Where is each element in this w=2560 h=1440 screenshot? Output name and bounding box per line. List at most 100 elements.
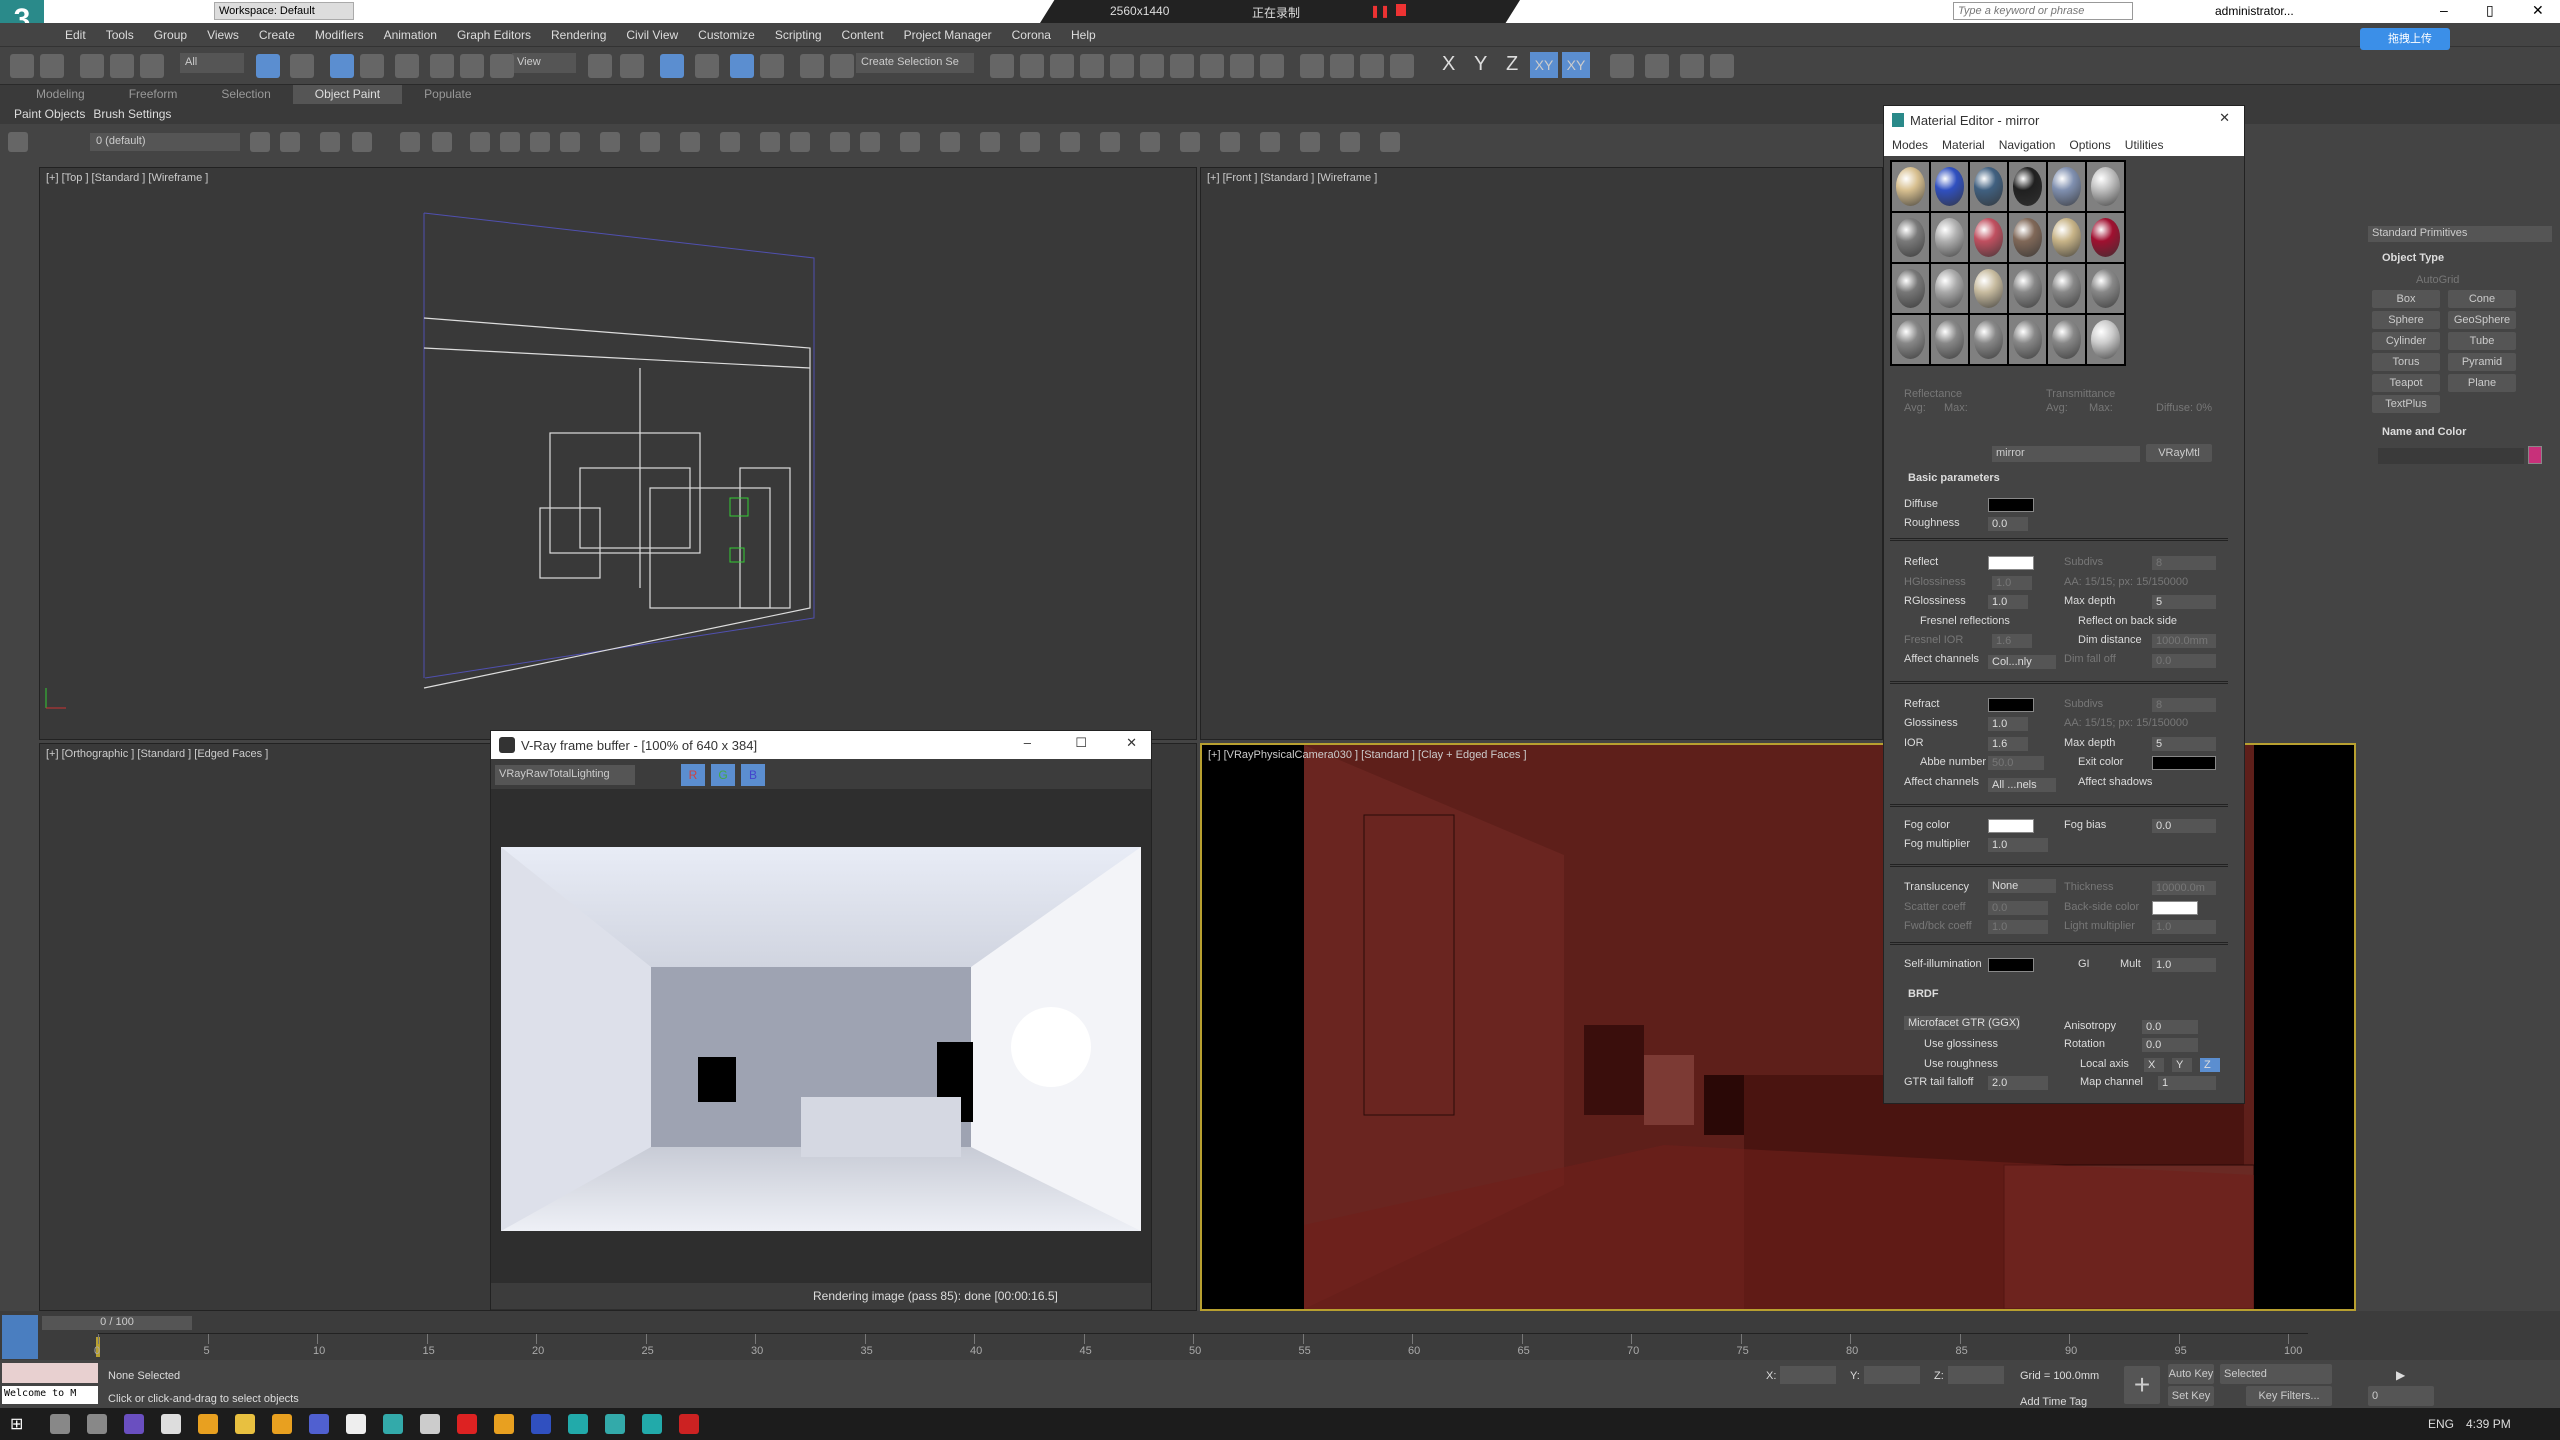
toolbar-tool-icon[interactable] — [1020, 132, 1040, 152]
z-coord-input[interactable] — [1948, 1366, 2004, 1384]
rgloss-spinner[interactable]: 1.0 — [1988, 595, 2028, 609]
viewport-label[interactable]: [+] [Front ] [Standard ] [Wireframe ] — [1207, 172, 1377, 184]
toolbar-tool-icon[interactable] — [1340, 132, 1360, 152]
exit-color-swatch[interactable] — [2152, 756, 2216, 770]
green-channel-toggle[interactable]: G — [711, 764, 735, 786]
fogm-spinner[interactable]: 1.0 — [1988, 838, 2048, 852]
material-slot[interactable] — [1970, 264, 2007, 313]
menu-corona[interactable]: Corona — [1002, 28, 1061, 42]
toolbar-tool-icon[interactable] — [588, 54, 612, 78]
viewport-top[interactable]: [+] [Top ] [Standard ] [Wireframe ] — [39, 167, 1197, 740]
brush-settings-panel[interactable]: Brush Settings — [93, 107, 171, 121]
material-name-dropdown[interactable]: mirror — [1992, 446, 2140, 462]
toolbar-tool-icon[interactable] — [500, 132, 520, 152]
create-tube-button[interactable]: Tube — [2448, 332, 2516, 350]
category-dropdown[interactable]: Standard Primitives — [2368, 226, 2552, 242]
toolbar-tool-icon[interactable] — [1390, 54, 1414, 78]
toolbar-tool-icon[interactable] — [1140, 132, 1160, 152]
material-slot[interactable] — [1931, 162, 1968, 211]
close-button[interactable]: ✕ — [2219, 110, 2230, 126]
toolbar-tool-icon[interactable] — [1100, 132, 1120, 152]
viewport-front[interactable]: [+] [Front ] [Standard ] [Wireframe ] — [1200, 167, 1883, 740]
axis-xy-cycle-button[interactable]: XY — [1562, 52, 1590, 78]
paint-objects-panel[interactable]: Paint Objects — [14, 107, 85, 121]
hgloss-spinner[interactable]: 1.0 — [1992, 576, 2032, 590]
tab-selection[interactable]: Selection — [199, 85, 292, 104]
material-slot[interactable] — [2087, 213, 2124, 262]
toolbar-tool-icon[interactable] — [1610, 54, 1634, 78]
subdivs-spinner[interactable]: 8 — [2152, 556, 2216, 570]
toolbar-tool-icon[interactable] — [560, 132, 580, 152]
blue-channel-toggle[interactable]: B — [741, 764, 765, 786]
material-menu-options[interactable]: Options — [2069, 138, 2110, 152]
language-indicator[interactable]: ENG — [2428, 1417, 2454, 1431]
mapch-spinner[interactable]: 1 — [2158, 1076, 2216, 1090]
toolbar-tool-icon[interactable] — [280, 132, 300, 152]
selection-set-dropdown[interactable]: Create Selection Se — [856, 53, 974, 73]
toolbar-tool-icon[interactable] — [1180, 132, 1200, 152]
create-plane-button[interactable]: Plane — [2448, 374, 2516, 392]
transl-spinner[interactable]: None — [1988, 879, 2056, 893]
material-slot[interactable] — [2087, 264, 2124, 313]
self-illumination-swatch[interactable] — [1988, 958, 2034, 972]
taskbar-app-icon[interactable] — [50, 1414, 70, 1434]
object-type-rollout[interactable]: Object Type — [2382, 252, 2444, 264]
gloss-spinner[interactable]: 1.0 — [1988, 717, 2028, 731]
toolbar-tool-icon[interactable] — [1710, 54, 1734, 78]
toolbar-tool-icon[interactable] — [640, 132, 660, 152]
menu-civil-view[interactable]: Civil View — [616, 28, 688, 42]
taskbar-app-icon[interactable] — [605, 1414, 625, 1434]
create-box-button[interactable]: Box — [2372, 290, 2440, 308]
toolbar-tool-icon[interactable] — [470, 132, 490, 152]
toolbar-tool-icon[interactable] — [1300, 54, 1324, 78]
taskbar-app-icon[interactable] — [124, 1414, 144, 1434]
set-key-button[interactable]: Set Key — [2168, 1386, 2214, 1406]
material-slot[interactable] — [2009, 213, 2046, 262]
reflect-color-swatch[interactable] — [1988, 556, 2034, 570]
rot-spinner[interactable]: 0.0 — [2142, 1038, 2198, 1052]
menu-help[interactable]: Help — [1061, 28, 1106, 42]
material-slot[interactable] — [1970, 315, 2007, 364]
taskbar-app-icon[interactable] — [198, 1414, 218, 1434]
taskbar-app-icon[interactable] — [346, 1414, 366, 1434]
material-slot[interactable] — [2087, 162, 2124, 211]
taskbar-app-icon[interactable] — [568, 1414, 588, 1434]
stop-icon[interactable] — [1396, 4, 1406, 16]
toolbar-tool-icon[interactable] — [430, 54, 454, 78]
refract-color-swatch[interactable] — [1988, 698, 2034, 712]
material-slot[interactable] — [1931, 264, 1968, 313]
minimize-button[interactable]: – — [2440, 2, 2448, 18]
axis-y-button[interactable]: Y — [1474, 53, 1487, 76]
taskbar-app-icon[interactable] — [679, 1414, 699, 1434]
material-slot[interactable] — [2048, 315, 2085, 364]
tab-populate[interactable]: Populate — [402, 85, 493, 104]
create-sphere-button[interactable]: Sphere — [2372, 311, 2440, 329]
toolbar-tool-icon[interactable] — [1140, 54, 1164, 78]
material-slot[interactable] — [1892, 213, 1929, 262]
create-torus-button[interactable]: Torus — [2372, 353, 2440, 371]
object-name-input[interactable] — [2378, 448, 2524, 464]
back-side-color-swatch[interactable] — [2152, 901, 2198, 915]
toolbar-tool-icon[interactable] — [490, 54, 514, 78]
material-menu-utilities[interactable]: Utilities — [2125, 138, 2164, 152]
menu-tools[interactable]: Tools — [96, 28, 144, 42]
thick-spinner[interactable]: 10000.0m — [2152, 881, 2216, 895]
taskbar-app-icon[interactable] — [272, 1414, 292, 1434]
toolbar-tool-icon[interactable] — [695, 54, 719, 78]
layer-dropdown[interactable]: 0 (default) — [90, 133, 240, 151]
x-coord-input[interactable] — [1780, 1366, 1836, 1384]
menu-animation[interactable]: Animation — [374, 28, 447, 42]
mult-spinner[interactable]: 1.0 — [2152, 958, 2216, 972]
play-icon[interactable]: ▶ — [2396, 1368, 2405, 1382]
taskbar-app-icon[interactable] — [642, 1414, 662, 1434]
create-teapot-button[interactable]: Teapot — [2372, 374, 2440, 392]
toolbar-tool-icon[interactable] — [1380, 132, 1400, 152]
toolbar-tool-icon[interactable] — [1360, 54, 1384, 78]
windows-start-icon[interactable]: ⊞ — [10, 1414, 23, 1434]
material-slot[interactable] — [1970, 213, 2007, 262]
toolbar-tool-icon[interactable] — [1020, 54, 1044, 78]
material-type-button[interactable]: VRayMtl — [2146, 444, 2212, 462]
set-key-big-button[interactable]: + — [2124, 1366, 2160, 1404]
local-axis-x-button[interactable]: X — [2144, 1058, 2164, 1072]
taskbar-app-icon[interactable] — [309, 1414, 329, 1434]
